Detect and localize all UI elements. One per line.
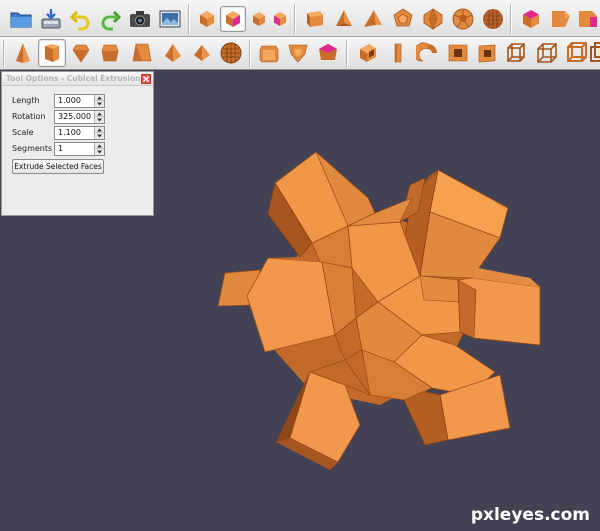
- segments-label: Segments: [12, 144, 53, 153]
- segments-decrement-button[interactable]: [95, 149, 104, 155]
- segments-value[interactable]: 1: [58, 144, 63, 153]
- watermark: pxleyes.com: [470, 505, 590, 525]
- extrusion-face: [246, 257, 336, 353]
- rotation-decrement-button[interactable]: [95, 117, 104, 123]
- segments-input[interactable]: 1: [54, 142, 105, 156]
- rotation-value[interactable]: 325.000: [58, 112, 91, 121]
- center-face: [419, 275, 463, 303]
- tool-options-title: Tool Options - Cubical Extrusion: [6, 74, 141, 83]
- length-input[interactable]: 1.000: [54, 94, 105, 108]
- length-decrement-button[interactable]: [95, 101, 104, 107]
- tool-options-panel: Tool Options - Cubical Extrusion Length …: [1, 71, 154, 216]
- scale-value[interactable]: 1.100: [58, 128, 81, 137]
- rotation-input[interactable]: 325.000: [54, 110, 105, 124]
- scale-input[interactable]: 1.100: [54, 126, 105, 140]
- rotation-stepper[interactable]: [94, 111, 104, 123]
- segments-stepper[interactable]: [94, 143, 104, 155]
- extrude-selected-faces-button[interactable]: Extrude Selected Faces: [12, 159, 104, 174]
- arrow-down-icon: [97, 134, 102, 138]
- length-label: Length: [12, 96, 40, 105]
- close-panel-button[interactable]: [141, 74, 151, 84]
- length-stepper[interactable]: [94, 95, 104, 107]
- rotation-label: Rotation: [12, 112, 46, 121]
- extrusion-face: [457, 279, 477, 339]
- scale-stepper[interactable]: [94, 127, 104, 139]
- scale-label: Scale: [12, 128, 34, 137]
- close-icon: [143, 76, 149, 82]
- tool-options-titlebar[interactable]: Tool Options - Cubical Extrusion: [2, 72, 153, 86]
- arrow-down-icon: [97, 118, 102, 122]
- length-value[interactable]: 1.000: [58, 96, 81, 105]
- scale-decrement-button[interactable]: [95, 133, 104, 139]
- arrow-down-icon: [97, 150, 102, 154]
- arrow-down-icon: [97, 102, 102, 106]
